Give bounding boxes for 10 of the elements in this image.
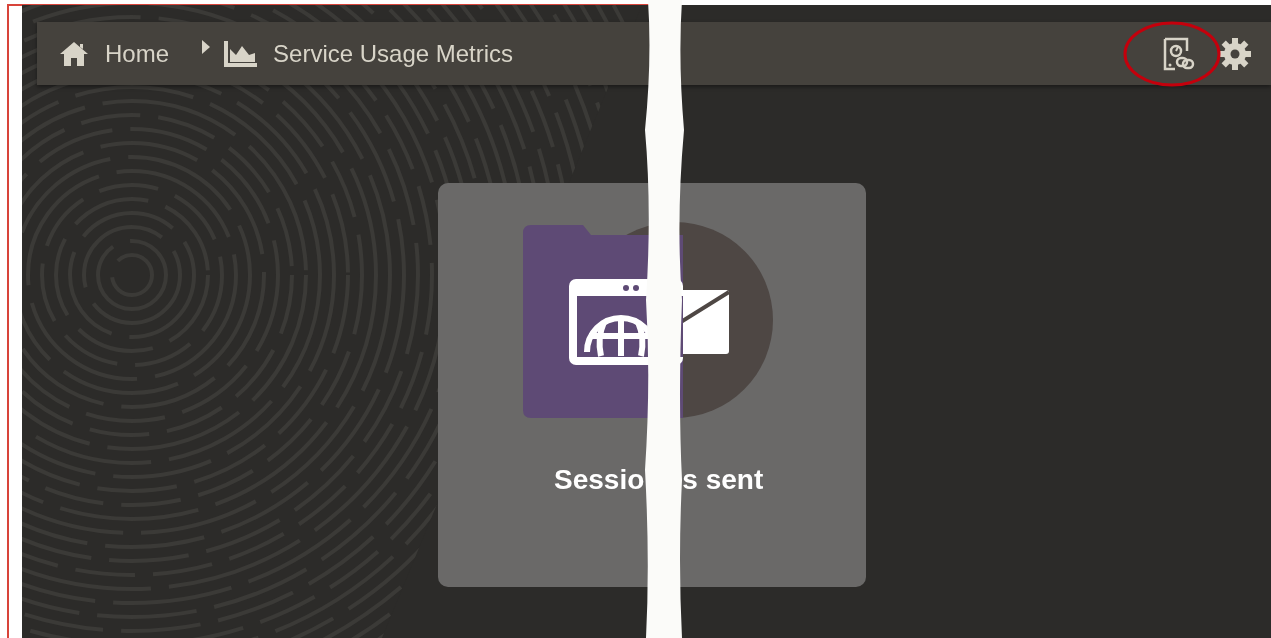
breadcrumb-link[interactable]: Home — [59, 39, 170, 68]
area-chart-icon — [223, 39, 258, 68]
tile-title: Sessio — [554, 464, 645, 496]
settings-icon[interactable] — [1219, 37, 1251, 70]
tile-card[interactable]: Sessio s sent — [438, 183, 866, 587]
breadcrumb-link[interactable]: Service Usage Metrics — [223, 39, 514, 68]
caret-icon — [201, 38, 212, 55]
linked-report-icon[interactable] — [1163, 36, 1195, 71]
tile-title: s sent — [682, 464, 764, 496]
home-icon — [59, 40, 89, 67]
